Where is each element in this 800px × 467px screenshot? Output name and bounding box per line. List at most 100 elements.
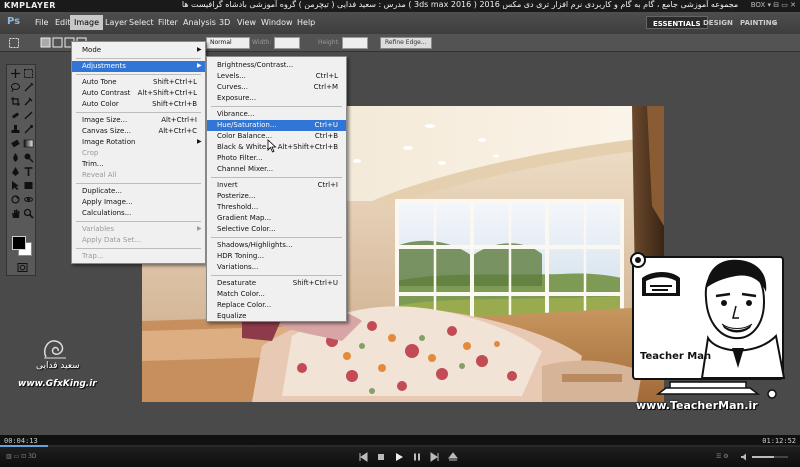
menu-item-gradient-map[interactable]: Gradient Map... bbox=[207, 213, 346, 224]
menu-item-exposure[interactable]: Exposure... bbox=[207, 93, 346, 104]
player-left-options[interactable]: ▥ ▭ ⊡ 3D bbox=[6, 453, 37, 460]
menu-item-posterize[interactable]: Posterize... bbox=[207, 191, 346, 202]
path-selection-icon[interactable] bbox=[10, 180, 21, 191]
tools-panel bbox=[6, 64, 36, 276]
shape-tool-icon[interactable] bbox=[23, 180, 34, 191]
menu-item-shortcut: Shift+Ctrl+B bbox=[152, 100, 197, 108]
pen-tool-icon[interactable] bbox=[10, 166, 21, 177]
menu-view[interactable]: View bbox=[234, 17, 259, 28]
menu-item-curves[interactable]: Curves... Ctrl+M bbox=[207, 82, 346, 93]
menu-help[interactable]: Help bbox=[294, 17, 318, 28]
crop-tool-icon[interactable] bbox=[10, 96, 21, 107]
volume-slider[interactable] bbox=[752, 456, 788, 458]
menu-item-calculations[interactable]: Calculations... bbox=[72, 208, 205, 219]
signature-site: www.GfxKing.ir bbox=[18, 379, 97, 389]
foreground-color-swatch[interactable] bbox=[12, 236, 26, 250]
menu-item-threshold[interactable]: Threshold... bbox=[207, 202, 346, 213]
menu-item-auto-color[interactable]: Auto Color Shift+Ctrl+B bbox=[72, 99, 205, 110]
magic-wand-icon[interactable] bbox=[23, 82, 34, 93]
history-brush-icon[interactable] bbox=[23, 124, 34, 135]
marquee-tool-icon[interactable] bbox=[8, 37, 20, 49]
menu-analysis[interactable]: Analysis bbox=[180, 17, 219, 28]
menu-image[interactable]: Image bbox=[70, 15, 104, 30]
menu-item-vibrance[interactable]: Vibrance... bbox=[207, 109, 346, 120]
menu-separator bbox=[211, 106, 342, 107]
move-tool-icon[interactable] bbox=[10, 68, 21, 79]
menu-item-label: Calculations... bbox=[82, 209, 132, 217]
type-tool-icon[interactable] bbox=[23, 166, 34, 177]
menu-item-duplicate[interactable]: Duplicate... bbox=[72, 186, 205, 197]
menu-item-brightness-contrast[interactable]: Brightness/Contrast... bbox=[207, 60, 346, 71]
stop-icon[interactable] bbox=[376, 452, 386, 462]
height-input[interactable] bbox=[342, 37, 368, 49]
menu-item-image-size[interactable]: Image Size... Alt+Ctrl+I bbox=[72, 115, 205, 126]
player-right-options[interactable]: ☰ ⚙ bbox=[716, 453, 729, 460]
refine-edge-button[interactable]: Refine Edge... bbox=[380, 37, 432, 49]
menu-item-label: Vibrance... bbox=[217, 110, 255, 118]
width-input[interactable] bbox=[274, 37, 300, 49]
player-timeline[interactable]: 00:04:13 01:12:52 bbox=[0, 435, 800, 447]
menu-item-selective-color[interactable]: Selective Color... bbox=[207, 224, 346, 235]
menu-item-equalize[interactable]: Equalize bbox=[207, 311, 346, 322]
menu-item-match-color[interactable]: Match Color... bbox=[207, 289, 346, 300]
menu-item-channel-mixer[interactable]: Channel Mixer... bbox=[207, 164, 346, 175]
menu-item-auto-contrast[interactable]: Auto Contrast Alt+Shift+Ctrl+L bbox=[72, 88, 205, 99]
clone-stamp-icon[interactable] bbox=[10, 124, 21, 135]
menu-item-hue-saturation[interactable]: Hue/Saturation... Ctrl+U bbox=[207, 120, 346, 131]
menu-select[interactable]: Select bbox=[126, 17, 157, 28]
menu-filter[interactable]: Filter bbox=[155, 17, 181, 28]
menu-item-canvas-size[interactable]: Canvas Size... Alt+Ctrl+C bbox=[72, 126, 205, 137]
menu-item-shadows-highlights[interactable]: Shadows/Highlights... bbox=[207, 240, 346, 251]
dodge-tool-icon[interactable] bbox=[23, 152, 34, 163]
next-icon[interactable] bbox=[430, 452, 440, 462]
gradient-tool-icon[interactable] bbox=[23, 138, 34, 149]
volume-icon[interactable] bbox=[740, 452, 750, 462]
lasso-tool-icon[interactable] bbox=[10, 82, 21, 93]
menu-item-label: Variables bbox=[82, 225, 114, 233]
3d-orbit-icon[interactable] bbox=[23, 194, 34, 205]
menu-window[interactable]: Window bbox=[258, 17, 296, 28]
blur-tool-icon[interactable] bbox=[10, 152, 21, 163]
pause-icon[interactable] bbox=[412, 452, 422, 462]
menu-item-invert[interactable]: Invert Ctrl+I bbox=[207, 180, 346, 191]
menu-item-label: HDR Toning... bbox=[217, 252, 265, 260]
rect-marquee-icon[interactable] bbox=[23, 68, 34, 79]
eject-icon[interactable] bbox=[448, 452, 458, 462]
menu-file[interactable]: File bbox=[32, 17, 51, 28]
menu-item-trim[interactable]: Trim... bbox=[72, 159, 205, 170]
menu-item-shortcut: Alt+Shift+Ctrl+L bbox=[137, 89, 197, 97]
eraser-tool-icon[interactable] bbox=[10, 138, 21, 149]
menu-item-mode[interactable]: Mode ▶ bbox=[72, 45, 205, 56]
zoom-tool-icon[interactable] bbox=[23, 208, 34, 219]
menu-item-label: Replace Color... bbox=[217, 301, 272, 309]
menu-item-label: Curves... bbox=[217, 83, 248, 91]
previous-icon[interactable] bbox=[358, 452, 368, 462]
menu-item-variations[interactable]: Variations... bbox=[207, 262, 346, 273]
menu-item-apply-image[interactable]: Apply Image... bbox=[72, 197, 205, 208]
hand-tool-icon[interactable] bbox=[10, 208, 21, 219]
style-select[interactable]: Normal bbox=[206, 37, 250, 49]
quick-mask-icon[interactable] bbox=[17, 262, 28, 273]
healing-brush-icon[interactable] bbox=[10, 110, 21, 121]
submenu-arrow-icon: ▶ bbox=[197, 138, 202, 145]
menu-item-auto-tone[interactable]: Auto Tone Shift+Ctrl+L bbox=[72, 77, 205, 88]
menu-item-image-rotation[interactable]: Image Rotation ▶ bbox=[72, 137, 205, 148]
player-window-controls[interactable]: BOX ▾ ⊟ ▭ ✕ bbox=[751, 1, 796, 9]
play-icon[interactable] bbox=[394, 452, 404, 462]
menu-item-hdr-toning[interactable]: HDR Toning... bbox=[207, 251, 346, 262]
3d-rotate-icon[interactable] bbox=[10, 194, 21, 205]
menu-item-replace-color[interactable]: Replace Color... bbox=[207, 300, 346, 311]
workspace-design[interactable]: DESIGN bbox=[697, 16, 739, 29]
menu-item-label: Canvas Size... bbox=[82, 127, 131, 135]
menu-item-label: Gradient Map... bbox=[217, 214, 272, 222]
workspace-more[interactable]: » bbox=[772, 16, 779, 29]
brush-tool-icon[interactable] bbox=[23, 110, 34, 121]
menu-item-levels[interactable]: Levels... Ctrl+L bbox=[207, 71, 346, 82]
menu-3d[interactable]: 3D bbox=[216, 17, 233, 28]
eyedropper-icon[interactable] bbox=[23, 96, 34, 107]
menu-item-adjustments[interactable]: Adjustments ▶ bbox=[72, 61, 205, 72]
image-menu-dropdown: Mode ▶ Adjustments ▶ Auto Tone Shift+Ctrl+L Au… bbox=[71, 41, 206, 264]
menu-item-photo-filter[interactable]: Photo Filter... bbox=[207, 153, 346, 164]
video-title: مجموعه آموزشی جامع ، گام به گام و کاربرد… bbox=[181, 0, 739, 9]
menu-item-desaturate[interactable]: Desaturate Shift+Ctrl+U bbox=[207, 278, 346, 289]
